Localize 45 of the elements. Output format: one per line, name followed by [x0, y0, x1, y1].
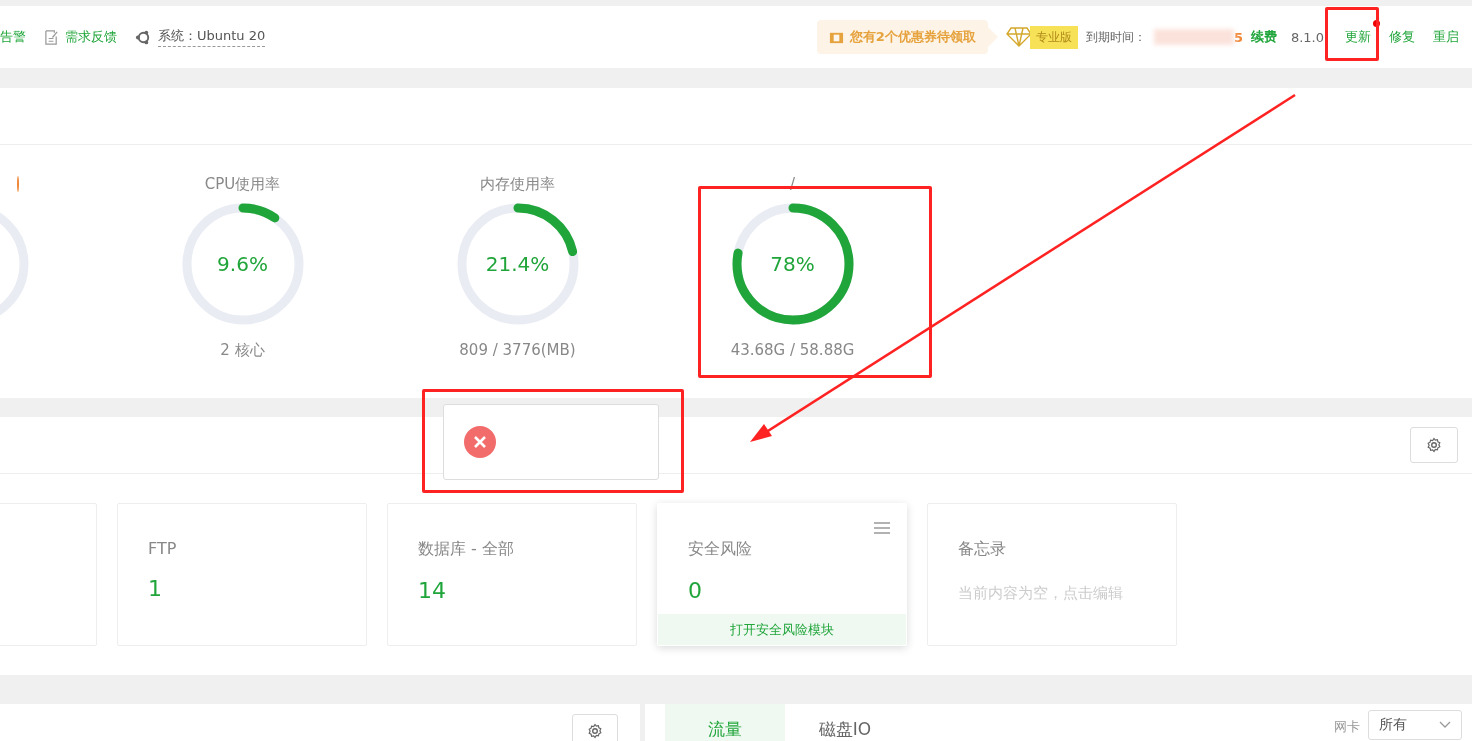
gauge-detail: 43.68G / 58.88G [730, 341, 855, 359]
header-action[interactable]: 修复 [1386, 29, 1418, 44]
version-label: 8.1.0 [1290, 29, 1324, 45]
document-icon [44, 28, 59, 46]
highlight-frame [1325, 7, 1379, 61]
ubuntu-icon [135, 28, 152, 46]
nic-label: 网卡 [1334, 718, 1360, 736]
card-value: 14 [418, 578, 447, 603]
expiry-date: 5 [1233, 29, 1243, 45]
gauge-title: 内存使用率 [480, 174, 555, 194]
alert-link[interactable]: 告警 [0, 28, 26, 46]
pointer-icon [987, 27, 998, 47]
open-module-link[interactable]: 打开安全风险模块 [658, 614, 906, 645]
nic-select[interactable]: 所有 [1368, 710, 1462, 740]
traffic-tab[interactable]: 流量 [665, 704, 785, 741]
menu-icon[interactable] [874, 522, 890, 534]
card-title: 备忘录 [958, 539, 1007, 560]
error-icon [464, 426, 496, 458]
header-action[interactable]: 更新 [1342, 29, 1374, 44]
settings-icon [1426, 437, 1442, 453]
card-title: 数据库 - 全部 [418, 539, 515, 560]
gauge-detail: 809 / 3776(MB) [459, 341, 576, 359]
diamond-icon [1005, 27, 1032, 47]
system-info[interactable]: 系统：Ubuntu 20 [158, 27, 266, 47]
stat-card[interactable]: FTP 1 [117, 503, 367, 646]
card-title: 安全风险 [688, 539, 753, 560]
caret-icon [1439, 721, 1451, 729]
feedback-link[interactable]: 需求反馈 [65, 28, 117, 46]
card-value: 0 [688, 578, 703, 603]
gauge-value: 78% [769, 252, 816, 276]
gauge-detail: 2 核心 [220, 341, 265, 360]
card-title: FTP [148, 539, 178, 558]
stat-card[interactable]: 数据库 - 全部 14 [387, 503, 637, 646]
card-value: 1 [148, 576, 163, 601]
renew-link[interactable]: 续费 [1250, 28, 1277, 46]
header-action[interactable]: 重启 [1430, 29, 1462, 44]
gauge-value: 21.4% [484, 252, 551, 276]
expiry-label: 到期时间： [1085, 28, 1146, 46]
edition-tag: 专业版 [1029, 25, 1078, 49]
gauge-value: 9.6% [216, 252, 269, 276]
settings-icon [587, 723, 603, 739]
stat-card[interactable]: 安全风险 0 打开安全风险模块 [657, 503, 907, 646]
settings-button[interactable] [1410, 427, 1458, 463]
gauge-title: CPU使用率 [204, 174, 281, 194]
settings-button[interactable] [572, 714, 618, 741]
